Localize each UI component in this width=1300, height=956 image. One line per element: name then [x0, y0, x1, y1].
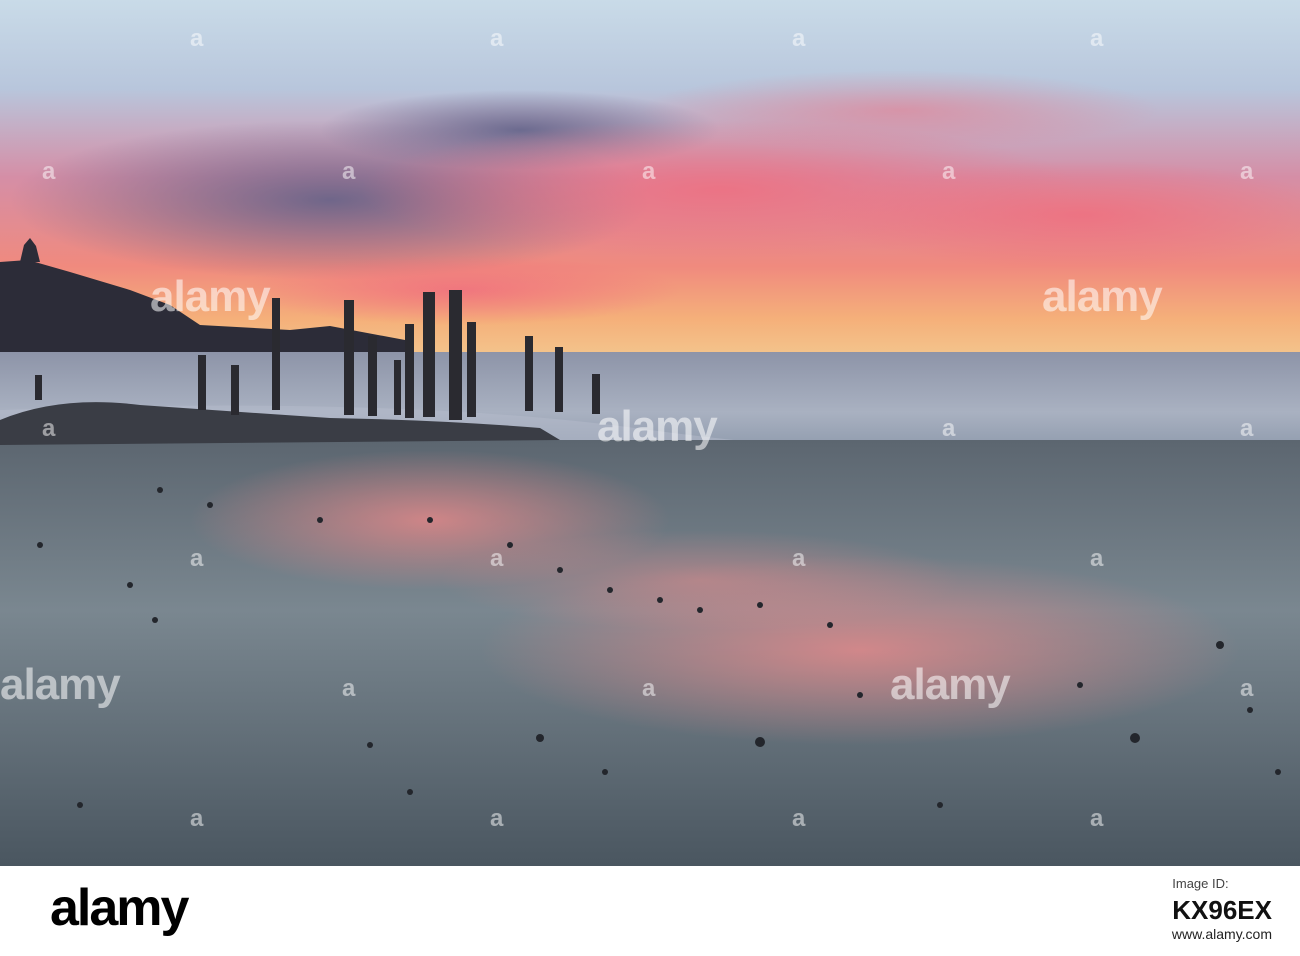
watermark-letter: a	[342, 675, 356, 702]
image-id-label: Image ID:	[1172, 876, 1229, 891]
site-url: www.alamy.com	[1171, 926, 1272, 942]
watermark-letter: a	[642, 675, 656, 702]
watermark-letter: a	[1090, 805, 1104, 832]
watermark-brand: alamy	[597, 402, 718, 451]
beach-sunset-photo: alamy alamy alamy alamy alamy a a a a a …	[0, 0, 1300, 866]
watermark-letter: a	[1240, 415, 1254, 442]
watermark-letter: a	[1240, 158, 1254, 185]
image-id-value: KX96EX	[1172, 895, 1272, 925]
watermark-letter: a	[642, 158, 656, 185]
watermark-brand: alamy	[1042, 272, 1163, 321]
watermark-brand: alamy	[0, 660, 121, 709]
watermark-letter: a	[490, 25, 504, 52]
image-id-block: Image ID: KX96EX	[1172, 876, 1272, 926]
watermark-letter: a	[792, 25, 806, 52]
watermark-letter: a	[1240, 675, 1254, 702]
footer-bar: alamy Image ID: KX96EX www.alamy.com	[0, 866, 1300, 956]
stock-photo-page: alamy alamy alamy alamy alamy a a a a a …	[0, 0, 1300, 956]
watermark-letter: a	[942, 415, 956, 442]
watermark-letter: a	[792, 545, 806, 572]
watermark-letter: a	[190, 25, 204, 52]
watermark-letter: a	[42, 415, 56, 442]
watermark-letter: a	[942, 158, 956, 185]
watermark-brand: alamy	[150, 272, 271, 321]
watermark-letter: a	[490, 545, 504, 572]
watermark-brand: alamy	[890, 660, 1011, 709]
watermark-letter: a	[190, 545, 204, 572]
watermark-letter: a	[792, 805, 806, 832]
watermark-letter: a	[342, 158, 356, 185]
watermark-letter: a	[490, 805, 504, 832]
alamy-logo: alamy	[50, 879, 189, 937]
watermark-letter: a	[1090, 545, 1104, 572]
watermark-letter: a	[42, 158, 56, 185]
watermark-letter: a	[190, 805, 204, 832]
watermark-letter: a	[1090, 25, 1104, 52]
